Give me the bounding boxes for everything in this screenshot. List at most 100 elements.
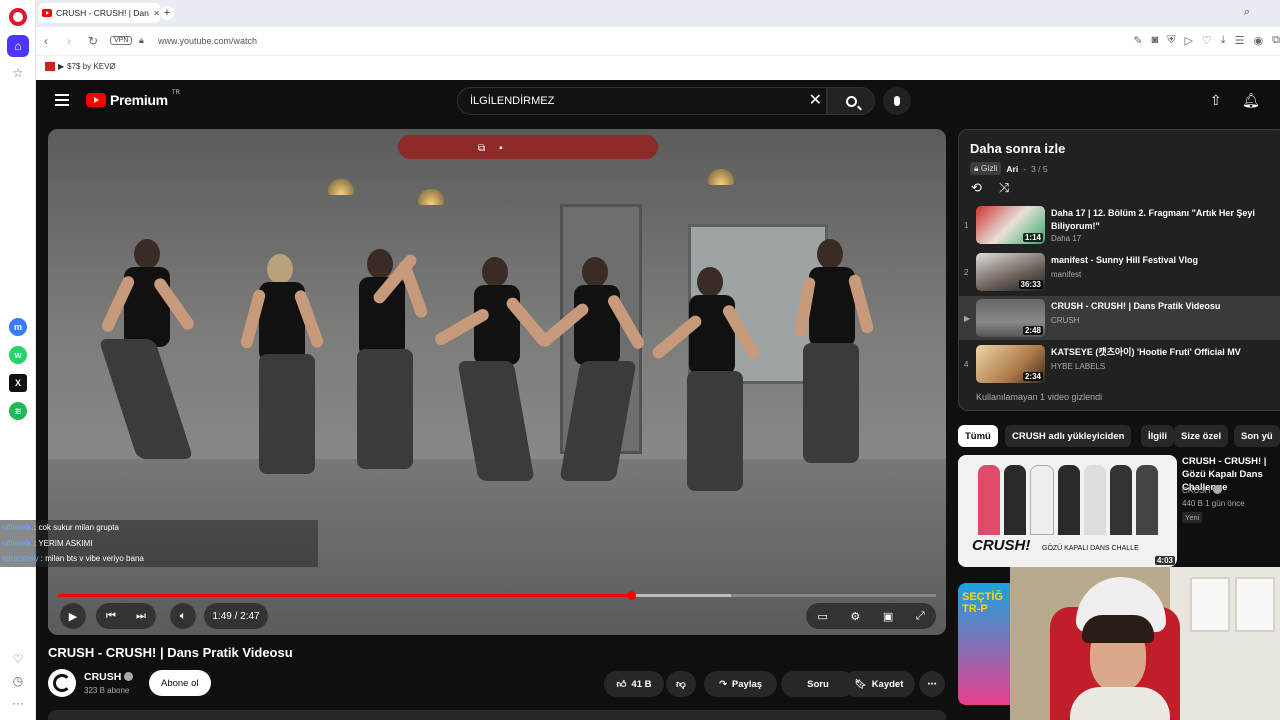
time-text: 1:49 / 2:47 xyxy=(212,610,260,622)
play-icon[interactable]: ▷ xyxy=(1184,34,1192,47)
chip-recent[interactable]: Son yü xyxy=(1234,425,1280,447)
opera-logo-icon[interactable] xyxy=(9,8,27,26)
more-icon[interactable]: ··· xyxy=(9,694,27,712)
forward-icon[interactable]: › xyxy=(67,34,71,48)
playlist-item[interactable]: 4 2:34 KATSEYE (캣츠아이) 'Hootie Fruti' Off… xyxy=(959,342,1280,386)
item-thumbnail: 1:14 xyxy=(976,206,1045,244)
more-icon: ⋯ xyxy=(927,678,937,690)
extension-icon[interactable]: ⧉ xyxy=(1272,34,1280,47)
save-button[interactable]: 🔖︎ Kaydet xyxy=(843,671,915,697)
star-icon[interactable]: ☆ xyxy=(9,64,27,82)
search-input[interactable]: İLGİLENDİRMEZ ✕ xyxy=(457,87,827,115)
recommendation-thumbnail[interactable]: CRUSH! GÖZÜ KAPALI DANS CHALLE 4:03 xyxy=(958,455,1177,567)
menu-icon[interactable] xyxy=(55,94,69,106)
item-index: 1 xyxy=(964,221,969,230)
time-display: 1:49 / 2:47 xyxy=(204,603,268,629)
share-button[interactable]: ↷ Paylaş xyxy=(704,671,777,697)
list-icon[interactable]: ☰ xyxy=(1235,34,1245,47)
vpn-badge[interactable]: VPN xyxy=(110,36,133,45)
camera-icon[interactable]: ▪︎ xyxy=(499,143,503,154)
item-channel: Daha 17 xyxy=(1051,234,1082,243)
x-icon[interactable]: X xyxy=(9,374,27,392)
fullscreen-icon[interactable]: ⤢ xyxy=(916,610,925,623)
description-box[interactable] xyxy=(48,710,946,720)
playlist-item-active[interactable]: ▶ 2:48 CRUSH - CRUSH! | Dans Pratik Vide… xyxy=(959,296,1280,340)
spotify-icon[interactable]: ≋ xyxy=(9,402,27,420)
subtitles-icon[interactable]: ▭ xyxy=(817,610,827,623)
profile-icon[interactable]: ◉ xyxy=(1254,34,1264,47)
loop-icon[interactable]: ⟲ xyxy=(971,180,982,196)
chip-all[interactable]: Tümü xyxy=(958,425,998,447)
playlist-meta: 🔒︎ Gizli Ari - 3 / 5 xyxy=(970,162,1048,175)
search-button[interactable] xyxy=(827,87,875,115)
play-button[interactable]: ▶ xyxy=(60,603,86,629)
like-button[interactable]: 👍︎ 41 B xyxy=(604,671,664,697)
item-index: 2 xyxy=(964,268,969,277)
item-channel: HYBE LABELS xyxy=(1051,362,1106,371)
next-icon[interactable]: ⏭︎ xyxy=(136,610,146,623)
recommendation-duration: 4:03 xyxy=(1154,556,1175,565)
tab-search-icon[interactable]: ⌕ xyxy=(1244,6,1250,19)
camera-icon[interactable]: ◙ xyxy=(1152,34,1159,47)
video-duct xyxy=(398,135,658,159)
channel-name[interactable]: CRUSH xyxy=(84,671,134,683)
logo-text: Premium xyxy=(110,92,168,108)
bookmarks-bar: ▶ $7$ by KEVØ xyxy=(36,56,1280,80)
recommendation-channel[interactable]: CRUSH xyxy=(1182,485,1223,495)
ask-label: Soru xyxy=(807,678,829,690)
playlist-owner[interactable]: Ari xyxy=(1006,164,1018,174)
chip-uploader[interactable]: CRUSH adlı yükleyiciden xyxy=(1005,425,1132,447)
pip-icon[interactable]: ⧉ xyxy=(478,143,485,154)
playlist-title[interactable]: Daha sonra izle xyxy=(970,141,1065,156)
subscribe-button[interactable]: Abone ol xyxy=(149,670,211,696)
playlist-item[interactable]: 1 1:14 Daha 17 | 12. Bölüm 2. Fragmanı "… xyxy=(959,203,1280,247)
previous-icon[interactable]: ⏮︎ xyxy=(106,610,116,623)
new-tab-button[interactable]: + xyxy=(160,6,174,20)
close-icon[interactable]: ✕ xyxy=(153,9,160,18)
browser-sidebar: ⌂ ☆ m w X ≋ ♡ ◷ ··· xyxy=(0,0,36,720)
chip-related[interactable]: İlgili xyxy=(1141,425,1174,447)
right-controls: ▭ ⚙ ▣ ⤢ xyxy=(806,603,936,629)
url-field[interactable]: www.youtube.com/watch xyxy=(158,36,257,46)
channel-name-text: CRUSH xyxy=(84,671,122,683)
prev-next-group: ⏮︎ ⏭︎ xyxy=(96,603,156,629)
volume-button[interactable]: 🔈︎ xyxy=(170,603,196,629)
dislike-button[interactable]: 👎︎ xyxy=(666,671,696,697)
home-icon[interactable]: ⌂ xyxy=(7,35,29,57)
item-thumbnail: 36:33 xyxy=(976,253,1045,291)
settings-icon[interactable]: ⚙ xyxy=(850,610,860,623)
address-bar: ‹ › ↻ VPN 🔒︎ www.youtube.com/watch ✎ ◙ ⛨… xyxy=(36,27,1280,56)
shield-icon[interactable]: ⛨ xyxy=(1167,34,1175,47)
edit-icon[interactable]: ✎ xyxy=(1133,34,1142,47)
heart-icon[interactable]: ♡ xyxy=(9,650,27,668)
bell-icon[interactable]: 🔔︎ xyxy=(1242,92,1260,109)
history-icon[interactable]: ◷ xyxy=(9,672,27,690)
clear-search-icon[interactable]: ✕ xyxy=(809,92,822,110)
recommendation-thumbnail[interactable]: SEÇTİĞ TR-P xyxy=(958,583,1018,705)
chip-for-you[interactable]: Size özel xyxy=(1174,425,1229,447)
reload-icon[interactable]: ↻ xyxy=(88,34,98,48)
bookmark-icon: 🔖︎ xyxy=(854,678,867,690)
upload-icon[interactable]: ⇧ xyxy=(1210,92,1222,109)
more-actions-button[interactable]: ⋯ xyxy=(919,671,945,697)
lock-icon[interactable]: 🔒︎ xyxy=(139,35,144,46)
item-thumbnail: 2:48 xyxy=(976,299,1045,337)
tab-bar: CRUSH - CRUSH! | Dans Pratik Videosu ✕ +… xyxy=(36,0,1280,27)
voice-search-button[interactable] xyxy=(883,87,911,115)
share-label: Paylaş xyxy=(731,678,763,690)
messenger-icon[interactable]: m xyxy=(9,318,27,336)
channel-avatar[interactable] xyxy=(48,669,76,697)
download-icon[interactable]: ⤓ xyxy=(1221,34,1226,47)
theater-icon[interactable]: ▣ xyxy=(883,610,893,623)
back-icon[interactable]: ‹ xyxy=(44,34,48,48)
tab-youtube[interactable]: CRUSH - CRUSH! | Dans Pratik Videosu ✕ xyxy=(38,3,160,23)
chat-message: ofifeltetk : YERIM ASKIMI xyxy=(0,536,318,552)
bookmark-item[interactable]: ▶ $7$ by KEVØ xyxy=(45,62,116,71)
youtube-logo-icon xyxy=(86,93,106,107)
shuffle-icon[interactable]: ⤨ xyxy=(999,180,1009,196)
whatsapp-icon[interactable]: w xyxy=(9,346,27,364)
progress-bar[interactable] xyxy=(58,591,936,600)
youtube-logo[interactable]: Premium TR xyxy=(86,90,180,108)
heart-icon[interactable]: ♡ xyxy=(1202,34,1212,47)
playlist-item[interactable]: 2 36:33 manifest - Sunny Hill Festival V… xyxy=(959,250,1280,294)
